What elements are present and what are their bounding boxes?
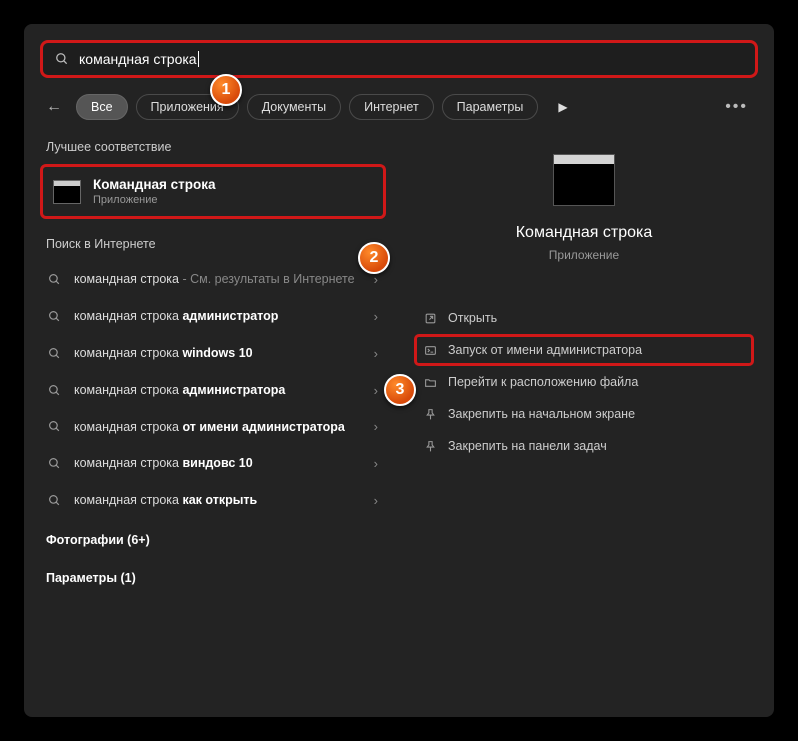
more-filters-icon[interactable]: ▶ [550,100,575,114]
search-icon [48,273,74,286]
search-panel: командная строка ← Все Приложения Докуме… [24,24,774,717]
search-icon [48,420,74,433]
best-match-sub: Приложение [93,194,216,206]
search-text[interactable]: командная строка [79,51,197,67]
overflow-icon[interactable]: ••• [715,98,758,116]
chevron-right-icon[interactable]: › [374,419,378,434]
action-open[interactable]: Открыть [414,302,754,334]
admin-icon [424,344,448,357]
suggestion-text: командная строка виндовс 10 [74,455,374,472]
action-pin[interactable]: Закрепить на начальном экране [414,398,754,430]
action-label: Закрепить на панели задач [448,439,607,453]
preview-column: Командная строка Приложение Открыть Запус… [394,132,774,717]
callout-1: 1 [210,74,242,106]
chevron-right-icon[interactable]: › [374,383,378,398]
action-folder[interactable]: Перейти к расположению файла [414,366,754,398]
search-icon [55,52,69,66]
pin-icon [424,440,448,453]
chevron-right-icon[interactable]: › [374,493,378,508]
back-arrow-icon[interactable]: ← [40,98,68,116]
section-photos[interactable]: Фотографии (6+) [40,525,386,557]
web-suggestion[interactable]: командная строка администратора› [40,372,386,409]
filter-pill-docs[interactable]: Документы [247,94,341,120]
action-label: Закрепить на начальном экране [448,407,635,421]
chevron-right-icon[interactable]: › [374,456,378,471]
suggestion-text: командная строка - См. результаты в Инте… [74,271,374,288]
suggestion-text: командная строка администратор [74,308,374,325]
section-web: Поиск в Интернете [40,229,386,261]
suggestion-text: командная строка windows 10 [74,345,374,362]
preview-title: Командная строка [516,224,653,242]
results-column: Лучшее соответствие Командная строка При… [24,132,394,717]
cmd-icon [53,180,81,204]
search-icon [48,494,74,507]
section-best-match: Лучшее соответствие [40,132,386,164]
filter-pill-settings[interactable]: Параметры [442,94,539,120]
actions-list: Открыть Запуск от имени администратора Пер… [414,302,754,462]
web-suggestion[interactable]: командная строка windows 10› [40,335,386,372]
best-match-item[interactable]: Командная строка Приложение [40,164,386,219]
web-suggestion[interactable]: командная строка администратор› [40,298,386,335]
filter-row: ← Все Приложения Документы Интернет Пара… [24,78,774,132]
suggestion-text: командная строка администратора [74,382,374,399]
folder-icon [424,376,448,389]
search-icon [48,310,74,323]
search-bar[interactable]: командная строка [40,40,758,78]
web-suggestion[interactable]: командная строка от имени администратора… [40,409,386,446]
search-icon [48,347,74,360]
section-params[interactable]: Параметры (1) [40,563,386,595]
action-label: Запуск от имени администратора [448,343,642,357]
best-match-title: Командная строка [93,177,216,192]
filter-pill-all[interactable]: Все [76,94,128,120]
action-label: Перейти к расположению файла [448,375,638,389]
filter-pill-web[interactable]: Интернет [349,94,434,120]
web-suggestion[interactable]: командная строка виндовс 10› [40,445,386,482]
action-pin[interactable]: Закрепить на панели задач [414,430,754,462]
preview-sub: Приложение [549,248,619,262]
callout-2: 2 [358,242,390,274]
suggestion-text: командная строка как открыть [74,492,374,509]
web-suggestion[interactable]: командная строка как открыть› [40,482,386,519]
search-icon [48,384,74,397]
callout-3: 3 [384,374,416,406]
chevron-right-icon[interactable]: › [374,309,378,324]
chevron-right-icon[interactable]: › [374,272,378,287]
suggestion-text: командная строка от имени администратора [74,419,374,436]
open-icon [424,312,448,325]
action-admin[interactable]: Запуск от имени администратора [414,334,754,366]
pin-icon [424,408,448,421]
web-suggestion[interactable]: командная строка - См. результаты в Инте… [40,261,386,298]
action-label: Открыть [448,311,497,325]
chevron-right-icon[interactable]: › [374,346,378,361]
preview-app-icon [553,154,615,206]
search-icon [48,457,74,470]
